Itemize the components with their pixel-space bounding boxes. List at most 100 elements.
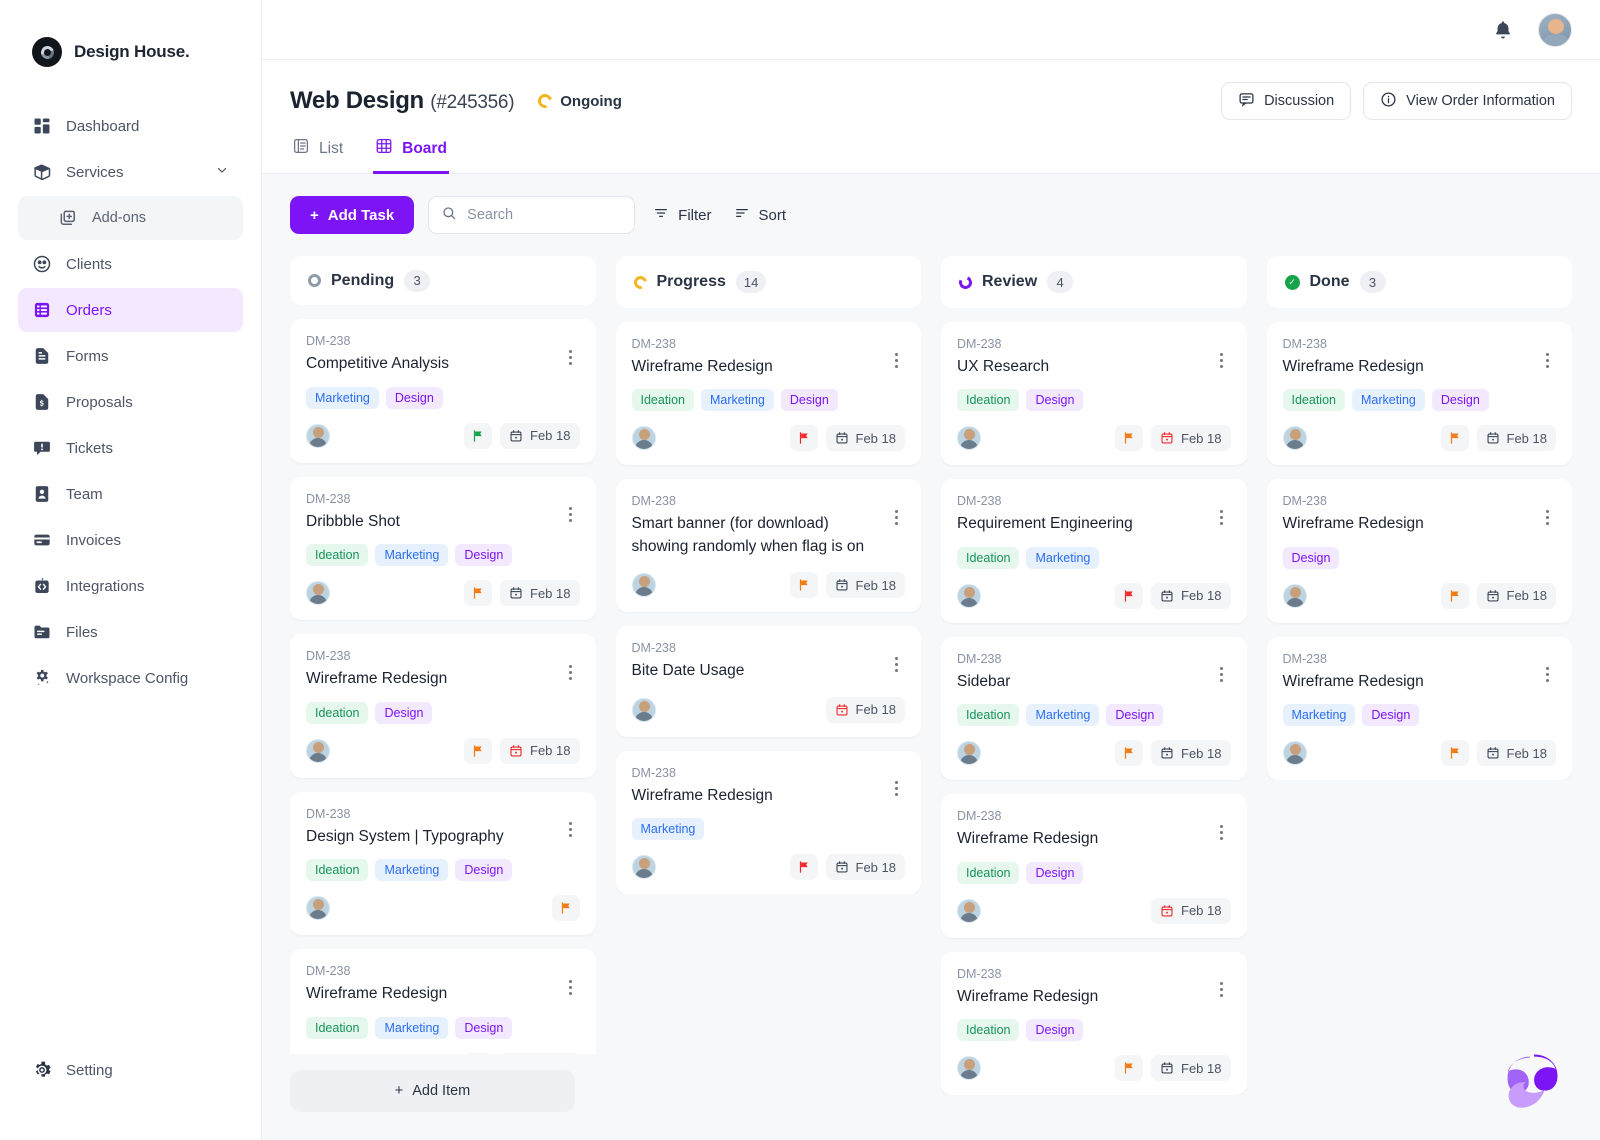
tag-ideation[interactable]: Ideation xyxy=(1283,389,1345,411)
task-card[interactable]: DM-238Wireframe RedesignIdeationMarketin… xyxy=(290,949,596,1054)
sort-button[interactable]: Sort xyxy=(730,205,791,225)
task-card[interactable]: DM-238Wireframe RedesignDesignFeb 18 xyxy=(1267,479,1573,622)
tag-design[interactable]: Design xyxy=(1026,862,1083,884)
tag-marketing[interactable]: Marketing xyxy=(1026,704,1099,726)
sidebar-item-forms[interactable]: Forms xyxy=(18,334,243,378)
sidebar-item-services[interactable]: Services xyxy=(18,150,243,194)
card-menu-icon[interactable] xyxy=(1213,664,1231,686)
due-date-chip[interactable]: Feb 18 xyxy=(1151,583,1230,609)
due-date-chip[interactable]: Feb 18 xyxy=(826,697,905,723)
priority-flag-icon[interactable] xyxy=(1115,583,1143,609)
priority-flag-icon[interactable] xyxy=(1115,740,1143,766)
task-card[interactable]: DM-238UX ResearchIdeationDesignFeb 18 xyxy=(941,322,1247,465)
assignee-avatar[interactable] xyxy=(957,584,981,608)
sidebar-item-tickets[interactable]: Tickets xyxy=(18,426,243,470)
discussion-button[interactable]: Discussion xyxy=(1221,82,1351,120)
task-card[interactable]: DM-238Wireframe RedesignIdeationDesignFe… xyxy=(941,952,1247,1095)
task-card[interactable]: DM-238Requirement EngineeringIdeationMar… xyxy=(941,479,1247,622)
tag-marketing[interactable]: Marketing xyxy=(375,1017,448,1039)
tag-design[interactable]: Design xyxy=(455,544,512,566)
assignee-avatar[interactable] xyxy=(632,573,656,597)
priority-flag-icon[interactable] xyxy=(790,572,818,598)
due-date-chip[interactable]: Feb 18 xyxy=(1151,740,1230,766)
assignee-avatar[interactable] xyxy=(306,739,330,763)
add-task-button[interactable]: + Add Task xyxy=(290,196,414,234)
card-menu-icon[interactable] xyxy=(1538,506,1556,528)
card-menu-icon[interactable] xyxy=(1213,979,1231,1001)
card-menu-icon[interactable] xyxy=(1213,349,1231,371)
due-date-chip[interactable]: Feb 18 xyxy=(500,423,579,449)
tag-marketing[interactable]: Marketing xyxy=(375,544,448,566)
priority-flag-icon[interactable] xyxy=(790,854,818,880)
tag-ideation[interactable]: Ideation xyxy=(306,702,368,724)
card-menu-icon[interactable] xyxy=(887,506,905,528)
tag-design[interactable]: Design xyxy=(1026,389,1083,411)
tab-board[interactable]: Board xyxy=(373,137,449,174)
tag-ideation[interactable]: Ideation xyxy=(957,1019,1019,1041)
tag-design[interactable]: Design xyxy=(1106,704,1163,726)
due-date-chip[interactable]: Feb 18 xyxy=(1151,898,1230,924)
tag-marketing[interactable]: Marketing xyxy=(1352,389,1425,411)
brand[interactable]: Design House. xyxy=(0,0,261,78)
assignee-avatar[interactable] xyxy=(1283,584,1307,608)
due-date-chip[interactable]: Feb 18 xyxy=(500,1053,579,1054)
sidebar-item-invoices[interactable]: Invoices xyxy=(18,518,243,562)
assignee-avatar[interactable] xyxy=(306,424,330,448)
tag-design[interactable]: Design xyxy=(1362,704,1419,726)
priority-flag-icon[interactable] xyxy=(464,423,492,449)
card-menu-icon[interactable] xyxy=(1538,664,1556,686)
sidebar-item-clients[interactable]: Clients xyxy=(18,242,243,286)
priority-flag-icon[interactable] xyxy=(1115,425,1143,451)
tag-design[interactable]: Design xyxy=(1432,389,1489,411)
priority-flag-icon[interactable] xyxy=(464,738,492,764)
due-date-chip[interactable]: Feb 18 xyxy=(1151,1055,1230,1081)
task-card[interactable]: DM-238Bite Date UsageFeb 18 xyxy=(616,626,922,736)
tag-marketing[interactable]: Marketing xyxy=(375,859,448,881)
priority-flag-icon[interactable] xyxy=(1441,583,1469,609)
assignee-avatar[interactable] xyxy=(1283,426,1307,450)
assignee-avatar[interactable] xyxy=(957,741,981,765)
task-card[interactable]: DM-238Wireframe RedesignIdeationDesignFe… xyxy=(290,634,596,777)
search-box[interactable] xyxy=(428,196,635,234)
assignee-avatar[interactable] xyxy=(306,896,330,920)
card-menu-icon[interactable] xyxy=(562,661,580,683)
sidebar-item-setting[interactable]: Setting xyxy=(18,1048,243,1092)
due-date-chip[interactable]: Feb 18 xyxy=(1477,740,1556,766)
task-card[interactable]: DM-238Wireframe RedesignMarketingFeb 18 xyxy=(616,751,922,894)
card-menu-icon[interactable] xyxy=(562,819,580,841)
task-card[interactable]: DM-238Wireframe RedesignMarketingDesignF… xyxy=(1267,637,1573,780)
avatar[interactable] xyxy=(1538,13,1572,47)
tag-ideation[interactable]: Ideation xyxy=(957,547,1019,569)
tag-marketing[interactable]: Marketing xyxy=(632,818,705,840)
assignee-avatar[interactable] xyxy=(957,899,981,923)
tag-marketing[interactable]: Marketing xyxy=(306,387,379,409)
sidebar-item-team[interactable]: Team xyxy=(18,472,243,516)
sidebar-item-files[interactable]: Files xyxy=(18,610,243,654)
tag-ideation[interactable]: Ideation xyxy=(306,544,368,566)
tag-ideation[interactable]: Ideation xyxy=(306,1017,368,1039)
task-card[interactable]: DM-238Dribbble ShotIdeationMarketingDesi… xyxy=(290,477,596,620)
assignee-avatar[interactable] xyxy=(306,581,330,605)
card-menu-icon[interactable] xyxy=(1213,821,1231,843)
view-order-information-button[interactable]: View Order Information xyxy=(1363,82,1572,120)
search-input[interactable] xyxy=(467,207,622,223)
due-date-chip[interactable]: Feb 18 xyxy=(1477,583,1556,609)
assignee-avatar[interactable] xyxy=(632,426,656,450)
priority-flag-icon[interactable] xyxy=(464,580,492,606)
priority-flag-icon[interactable] xyxy=(1441,740,1469,766)
tag-ideation[interactable]: Ideation xyxy=(957,704,1019,726)
task-card[interactable]: DM-238Wireframe RedesignIdeationMarketin… xyxy=(616,322,922,465)
task-card[interactable]: DM-238SidebarIdeationMarketingDesignFeb … xyxy=(941,637,1247,780)
add-item-button[interactable]: +Add Item xyxy=(290,1070,575,1112)
chevron-down-icon[interactable] xyxy=(215,163,229,181)
sidebar-item-add-ons[interactable]: Add-ons xyxy=(18,196,243,240)
bell-icon[interactable] xyxy=(1492,19,1514,41)
tag-marketing[interactable]: Marketing xyxy=(1283,704,1356,726)
tag-ideation[interactable]: Ideation xyxy=(632,389,694,411)
card-menu-icon[interactable] xyxy=(562,346,580,368)
tab-list[interactable]: List xyxy=(290,137,345,174)
task-card[interactable]: DM-238Wireframe RedesignIdeationMarketin… xyxy=(1267,322,1573,465)
sidebar-item-integrations[interactable]: Integrations xyxy=(18,564,243,608)
tag-marketing[interactable]: Marketing xyxy=(701,389,774,411)
card-menu-icon[interactable] xyxy=(1213,506,1231,528)
